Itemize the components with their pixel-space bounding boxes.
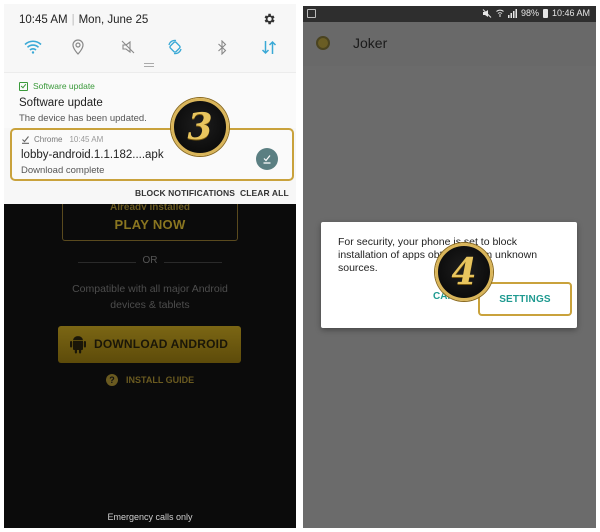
notification-body: Download complete bbox=[21, 165, 105, 176]
wifi-toggle[interactable] bbox=[22, 36, 44, 58]
block-notifications-button[interactable]: BLOCK NOTIFICATIONS bbox=[135, 188, 235, 198]
play-now-label: PLAY NOW bbox=[114, 217, 186, 232]
software-update-icon bbox=[19, 81, 28, 91]
bluetooth-toggle[interactable] bbox=[211, 36, 233, 58]
download-android-button[interactable]: DOWNLOAD ANDROID bbox=[58, 326, 241, 363]
joker-logo-icon bbox=[316, 36, 330, 50]
settings-gear-icon[interactable] bbox=[262, 12, 276, 26]
notification-app-name: Software update bbox=[33, 81, 95, 91]
data-transfer-icon bbox=[261, 40, 277, 54]
location-pin-icon bbox=[72, 39, 84, 55]
divider bbox=[78, 262, 136, 263]
clear-all-button[interactable]: CLEAR ALL bbox=[240, 188, 289, 198]
battery-icon bbox=[542, 8, 548, 18]
step-4-badge: 4 bbox=[435, 243, 493, 301]
battery-percentage: 98% bbox=[520, 8, 539, 18]
install-guide-link[interactable]: ? INSTALL GUIDE bbox=[106, 374, 194, 386]
notification-actions: BLOCK NOTIFICATIONS CLEAR ALL bbox=[4, 183, 296, 204]
step-3-badge: 3 bbox=[171, 98, 229, 156]
notification-software-update[interactable]: Software update Software update The devi… bbox=[4, 72, 296, 128]
cell-signal-icon bbox=[507, 8, 517, 18]
sound-toggle[interactable] bbox=[117, 36, 139, 58]
location-toggle[interactable] bbox=[67, 36, 89, 58]
download-done-icon bbox=[22, 136, 29, 144]
notification-title: Software update bbox=[19, 97, 103, 109]
app-bar: Joker bbox=[303, 22, 596, 66]
notification-app-header: Software update bbox=[19, 81, 95, 91]
help-icon: ? bbox=[106, 374, 118, 386]
or-label: OR bbox=[142, 255, 158, 266]
screenshot-notification-icon bbox=[307, 9, 316, 18]
quick-settings-toggles bbox=[4, 36, 296, 58]
wifi-icon bbox=[24, 40, 42, 54]
divider bbox=[164, 262, 222, 263]
mute-icon bbox=[121, 40, 135, 54]
status-icons: 98% 10:46 AM bbox=[482, 8, 590, 18]
drag-handle[interactable] bbox=[144, 63, 154, 67]
mobile-data-toggle[interactable] bbox=[258, 36, 280, 58]
notification-time: 10:45 AM bbox=[69, 135, 104, 144]
download-android-label: DOWNLOAD ANDROID bbox=[94, 337, 229, 351]
notification-title: lobby-android.1.1.182....apk bbox=[21, 149, 164, 161]
status-bar: 98% 10:46 AM bbox=[303, 6, 596, 22]
compat-line-1: Compatible with all major Android bbox=[72, 283, 228, 295]
notification-app-header: Chrome 10:45 AM bbox=[21, 135, 103, 144]
qs-date: Mon, June 25 bbox=[78, 14, 149, 26]
app-title: Joker bbox=[353, 35, 388, 51]
bluetooth-icon bbox=[218, 39, 227, 55]
notification-app-name: Chrome bbox=[34, 135, 63, 144]
quick-settings-panel: 10:45 AM | Mon, June 25 bbox=[4, 4, 296, 68]
download-done-icon bbox=[263, 155, 271, 164]
status-time: 10:46 AM bbox=[551, 8, 590, 18]
qs-time: 10:45 AM bbox=[19, 14, 68, 26]
compat-line-2: devices & tablets bbox=[110, 299, 190, 311]
emergency-calls-text: Emergency calls only bbox=[107, 512, 193, 522]
mute-icon bbox=[482, 8, 492, 18]
settings-button[interactable]: SETTINGS bbox=[478, 282, 572, 316]
compatibility-text: Compatible with all major Android device… bbox=[4, 281, 296, 313]
left-phone-screen: 10:45 AM | Mon, June 25 Software update … bbox=[4, 4, 296, 528]
qs-datetime: 10:45 AM | Mon, June 25 bbox=[19, 14, 149, 26]
wifi-signal-icon bbox=[496, 9, 504, 17]
open-download-button[interactable] bbox=[256, 148, 278, 170]
notification-body: The device has been updated. bbox=[19, 113, 147, 124]
play-now-button[interactable]: Already installed PLAY NOW bbox=[62, 204, 238, 241]
android-icon bbox=[70, 336, 86, 354]
auto-rotate-icon bbox=[168, 39, 182, 55]
notification-download-complete[interactable]: Chrome 10:45 AM lobby-android.1.1.182...… bbox=[10, 128, 294, 181]
install-guide-label: INSTALL GUIDE bbox=[126, 375, 195, 385]
already-installed-label: Already installed bbox=[109, 204, 191, 210]
auto-rotate-toggle[interactable] bbox=[164, 36, 186, 58]
